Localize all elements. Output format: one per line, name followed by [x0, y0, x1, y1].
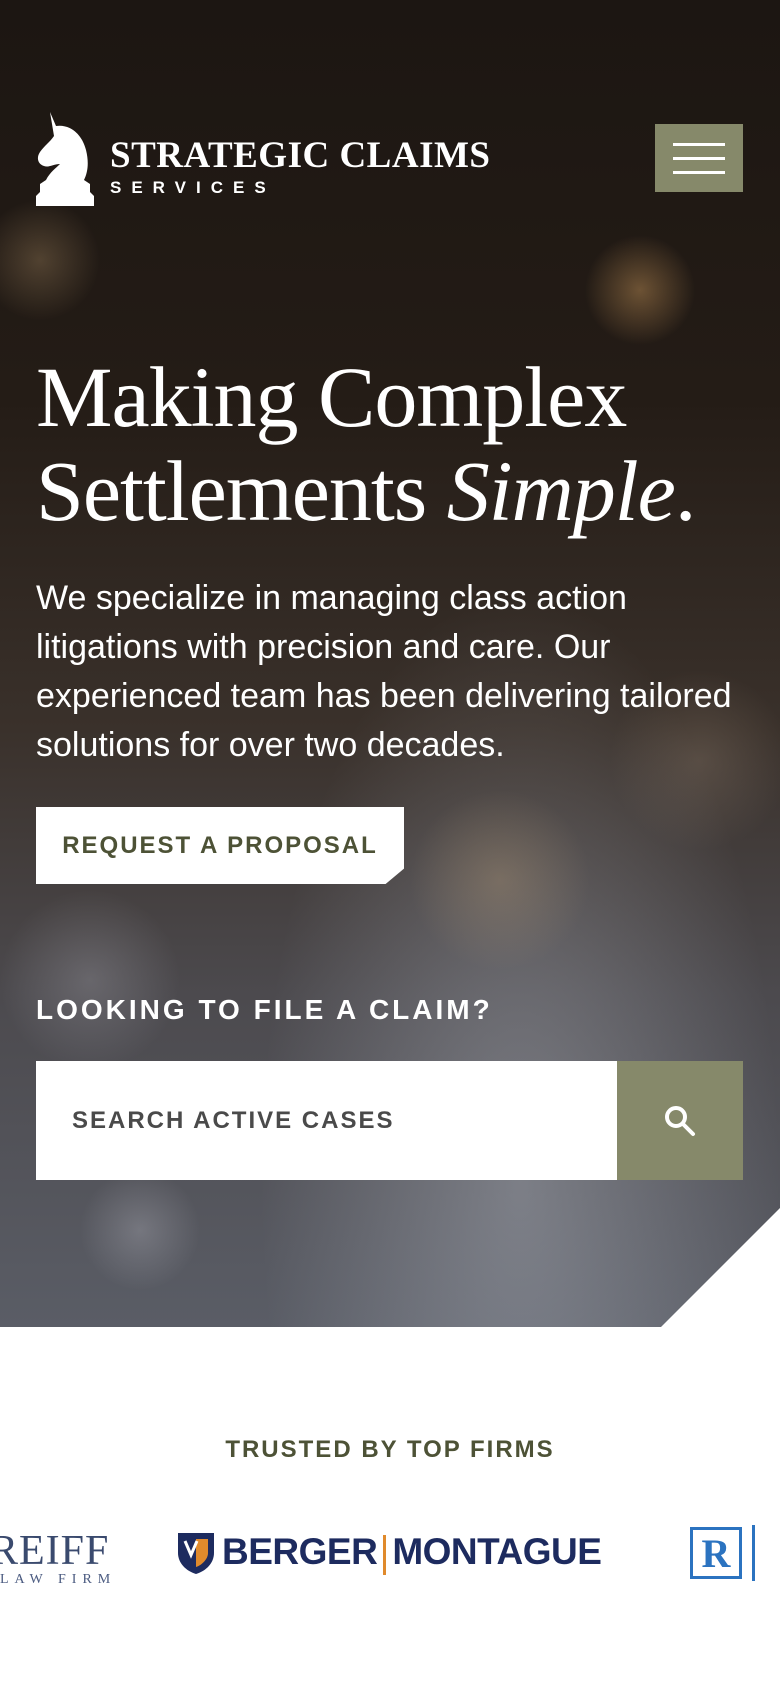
hero-corner-cut: [661, 1208, 780, 1327]
trusted-label: TRUSTED BY TOP FIRMS: [225, 1436, 555, 1463]
reiff-logo-name: REIFF: [0, 1528, 110, 1574]
site-logo[interactable]: STRATEGIC CLAIMS SERVICES: [36, 112, 490, 206]
headline-line-2: Settlements: [36, 443, 447, 539]
search-button[interactable]: [617, 1061, 743, 1180]
r-logo-letter: R: [690, 1527, 742, 1579]
montague-text: MONTAGUE: [392, 1531, 602, 1573]
logo-name: STRATEGIC CLAIMS: [110, 135, 491, 176]
logo-tagline: SERVICES: [110, 178, 276, 197]
partial-r-logo: R: [690, 1525, 755, 1581]
claim-search-bar: [36, 1061, 743, 1180]
logo-separator: [383, 1534, 387, 1575]
reiff-logo-sub: LAW FIRM: [0, 1572, 117, 1587]
shield-icon: [178, 1533, 214, 1574]
headline-period: .: [674, 443, 696, 539]
search-input[interactable]: [36, 1061, 617, 1180]
berger-text: BERGER: [222, 1531, 378, 1573]
claim-search-label: LOOKING TO FILE A CLAIM?: [36, 994, 493, 1025]
knight-chess-icon: [36, 112, 94, 206]
hamburger-menu-icon: [673, 142, 725, 146]
headline-line-1: Making Complex: [36, 349, 627, 445]
berger-montague-logo: BERGER MONTAGUE: [176, 1531, 602, 1575]
headline-emphasis: Simple: [446, 443, 676, 539]
search-icon: [665, 1105, 695, 1136]
request-proposal-button[interactable]: REQUEST A PROPOSAL: [36, 807, 404, 884]
hero-headline: Making Complex Settlements Simple.: [36, 349, 696, 539]
reiff-logo: REIFF LAW FIRM: [0, 1528, 117, 1589]
firm-logos: REIFF LAW FIRM BERGER MONTAGUE R: [0, 1515, 780, 1625]
hero-intro: We specialize in managing class action l…: [36, 579, 732, 764]
menu-button[interactable]: [655, 124, 743, 192]
